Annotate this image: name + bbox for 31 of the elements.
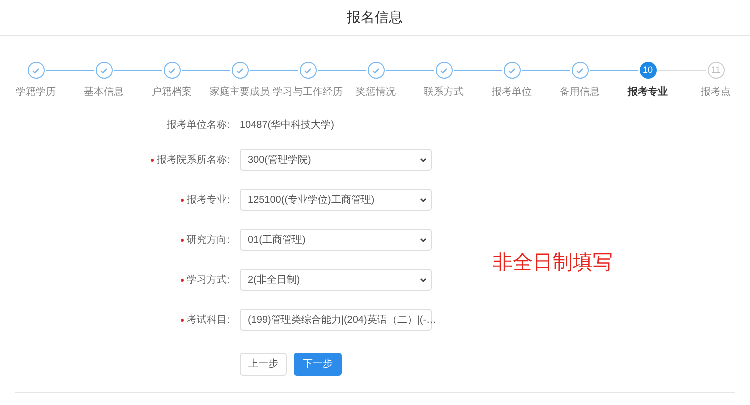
select-field[interactable]: 125100((专业学位)工商管理) — [240, 189, 432, 211]
step-label: 基本信息 — [84, 86, 124, 100]
field-label: 报考专业: — [187, 194, 230, 208]
field-label: 学习方式: — [187, 274, 230, 288]
chevron-down-icon — [420, 158, 427, 162]
page-title: 报名信息 — [347, 8, 403, 27]
step-label: 报考单位 — [492, 86, 532, 100]
step-label: 报考专业 — [628, 86, 668, 100]
step-label: 学习与工作经历 — [273, 86, 343, 100]
step-label: 学籍学历 — [16, 86, 56, 100]
step-number: 10 — [640, 62, 656, 79]
field-value: 10487(华中科技大学) — [240, 118, 334, 132]
step-label: 备用信息 — [560, 86, 600, 100]
chevron-down-icon — [420, 198, 427, 202]
field-label: 报考院系所名称: — [157, 154, 230, 168]
chevron-down-icon — [420, 238, 427, 242]
step-label: 联系方式 — [424, 86, 464, 100]
field-label: 考试科目: — [187, 314, 230, 328]
select-field[interactable]: 300(管理学院) — [240, 149, 432, 171]
select-field[interactable]: 01(工商管理) — [240, 229, 432, 251]
step-button[interactable]: 上一步 — [240, 353, 287, 376]
step-label: 报考点 — [701, 86, 731, 100]
step-number: 11 — [708, 62, 724, 79]
field-label: 研究方向: — [187, 234, 230, 248]
step-label: 家庭主要成员 — [210, 86, 270, 100]
step-label: 奖惩情况 — [356, 86, 396, 100]
chevron-down-icon — [420, 278, 427, 282]
select-field[interactable]: 2(非全日制) — [240, 269, 432, 291]
annotation-text: 非全日制填写 — [493, 251, 613, 276]
step-label: 户籍档案 — [152, 86, 192, 100]
field-label: 报考单位名称: — [167, 118, 230, 132]
